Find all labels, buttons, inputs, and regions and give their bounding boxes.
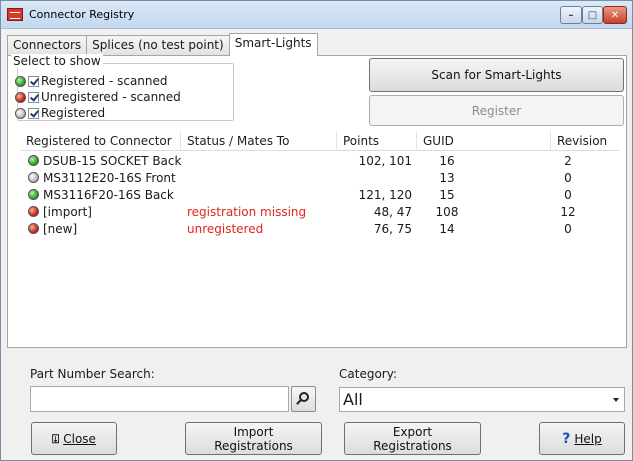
guid-value: 16 — [439, 154, 455, 168]
guid-value: 108 — [435, 205, 459, 219]
column-divider[interactable] — [336, 131, 337, 150]
green-status-icon — [15, 75, 26, 87]
column-header-connector[interactable]: Registered to Connector — [26, 134, 172, 148]
red-status-icon — [28, 223, 39, 234]
column-divider[interactable] — [550, 131, 551, 150]
minimize-button[interactable]: – — [560, 6, 582, 24]
revision-value: 12 — [560, 205, 576, 219]
connector-name: MS3116F20-16S Back — [43, 188, 174, 202]
filter-checkbox[interactable] — [28, 91, 39, 103]
status-text: unregistered — [187, 222, 264, 236]
search-label: Part Number Search: — [30, 367, 155, 381]
table-header: Registered to Connector Status / Mates T… — [20, 131, 620, 151]
filter-checkbox[interactable] — [28, 75, 39, 87]
close-door-icon: ⍗ — [52, 431, 60, 446]
tab-splices[interactable]: Splices (no test point) — [86, 35, 230, 55]
grey-status-icon — [28, 172, 39, 183]
filter-unregistered-scanned[interactable]: Unregistered - scanned — [15, 89, 181, 105]
close-label: Close — [63, 431, 96, 446]
green-status-icon — [28, 155, 39, 166]
table-row[interactable]: MS3116F20-16S Back 121, 120 15 0 — [20, 187, 620, 204]
import-label-line2: Registrations — [214, 438, 293, 453]
filter-checkbox[interactable] — [28, 107, 39, 119]
column-divider[interactable] — [416, 131, 417, 150]
filter-registered-scanned[interactable]: Registered - scanned — [15, 73, 168, 89]
help-label: Help — [574, 431, 602, 446]
table-row[interactable]: DSUB-15 SOCKET Back 102, 101 16 2 — [20, 153, 620, 170]
column-header-revision[interactable]: Revision — [557, 134, 607, 148]
filter-group-title: Select to show — [11, 54, 103, 68]
column-header-status[interactable]: Status / Mates To — [187, 134, 289, 148]
points-value: 102, 101 — [358, 154, 412, 168]
guid-value: 14 — [439, 222, 455, 236]
help-icon: ? — [562, 430, 571, 447]
column-divider[interactable] — [180, 131, 181, 150]
connector-name: [import] — [43, 205, 92, 219]
connector-registry-window: Connector Registry – □ ✕ Connectors Spli… — [0, 0, 633, 461]
revision-value: 0 — [564, 171, 572, 185]
tab-bar: Connectors Splices (no test point) Smart… — [7, 33, 318, 56]
register-button[interactable]: Register — [369, 95, 624, 126]
revision-value: 0 — [564, 222, 572, 236]
category-label: Category: — [339, 367, 397, 381]
filter-label: Registered — [41, 106, 106, 120]
export-label-line1: Export — [392, 424, 433, 439]
connector-name: [new] — [43, 222, 78, 236]
filter-registered[interactable]: Registered — [15, 105, 105, 121]
column-header-guid[interactable]: GUID — [423, 134, 454, 148]
points-value: 76, 75 — [373, 222, 412, 236]
scan-button[interactable]: Scan for Smart-Lights — [369, 58, 624, 92]
import-label-line1: Import — [233, 424, 274, 439]
red-status-icon — [28, 206, 39, 217]
table-row[interactable]: MS3112E20-16S Front 13 0 — [20, 170, 620, 187]
help-button[interactable]: ? Help — [539, 422, 625, 455]
connector-name: DSUB-15 SOCKET Back — [43, 154, 182, 168]
close-window-button[interactable]: ✕ — [603, 6, 627, 24]
red-status-icon — [15, 91, 26, 103]
window-title: Connector Registry — [29, 8, 135, 21]
green-status-icon — [28, 189, 39, 200]
revision-value: 2 — [564, 154, 572, 168]
status-text: registration missing — [187, 205, 307, 219]
search-icon — [299, 392, 309, 402]
tab-smart-lights[interactable]: Smart-Lights — [228, 33, 318, 56]
guid-value: 15 — [439, 188, 455, 202]
guid-value: 13 — [439, 171, 455, 185]
export-label-line2: Registrations — [373, 438, 452, 453]
grey-status-icon — [15, 107, 26, 119]
tab-connectors[interactable]: Connectors — [7, 35, 88, 55]
title-bar[interactable]: Connector Registry – □ ✕ — [1, 1, 632, 29]
revision-value: 0 — [564, 188, 572, 202]
column-header-points[interactable]: Points — [343, 134, 379, 148]
app-icon — [7, 8, 23, 21]
filter-label: Unregistered - scanned — [41, 90, 181, 104]
category-select[interactable]: All — [339, 387, 625, 412]
filter-label: Registered - scanned — [41, 74, 168, 88]
maximize-button[interactable]: □ — [582, 6, 603, 24]
search-button[interactable] — [291, 386, 316, 412]
category-selected-value: All — [343, 390, 363, 409]
import-registrations-button[interactable]: Import Registrations — [185, 422, 322, 455]
table-row[interactable]: [new] unregistered 76, 75 14 0 — [20, 221, 620, 238]
points-value: 48, 47 — [373, 205, 412, 219]
export-registrations-button[interactable]: Export Registrations — [344, 422, 481, 455]
part-number-search-input[interactable] — [30, 386, 289, 412]
close-button[interactable]: ⍗ Close — [31, 422, 117, 455]
connector-name: MS3112E20-16S Front — [43, 171, 176, 185]
table-row[interactable]: [import] registration missing 48, 47 108… — [20, 204, 620, 221]
chevron-down-icon — [613, 398, 619, 402]
points-value: 121, 120 — [358, 188, 412, 202]
